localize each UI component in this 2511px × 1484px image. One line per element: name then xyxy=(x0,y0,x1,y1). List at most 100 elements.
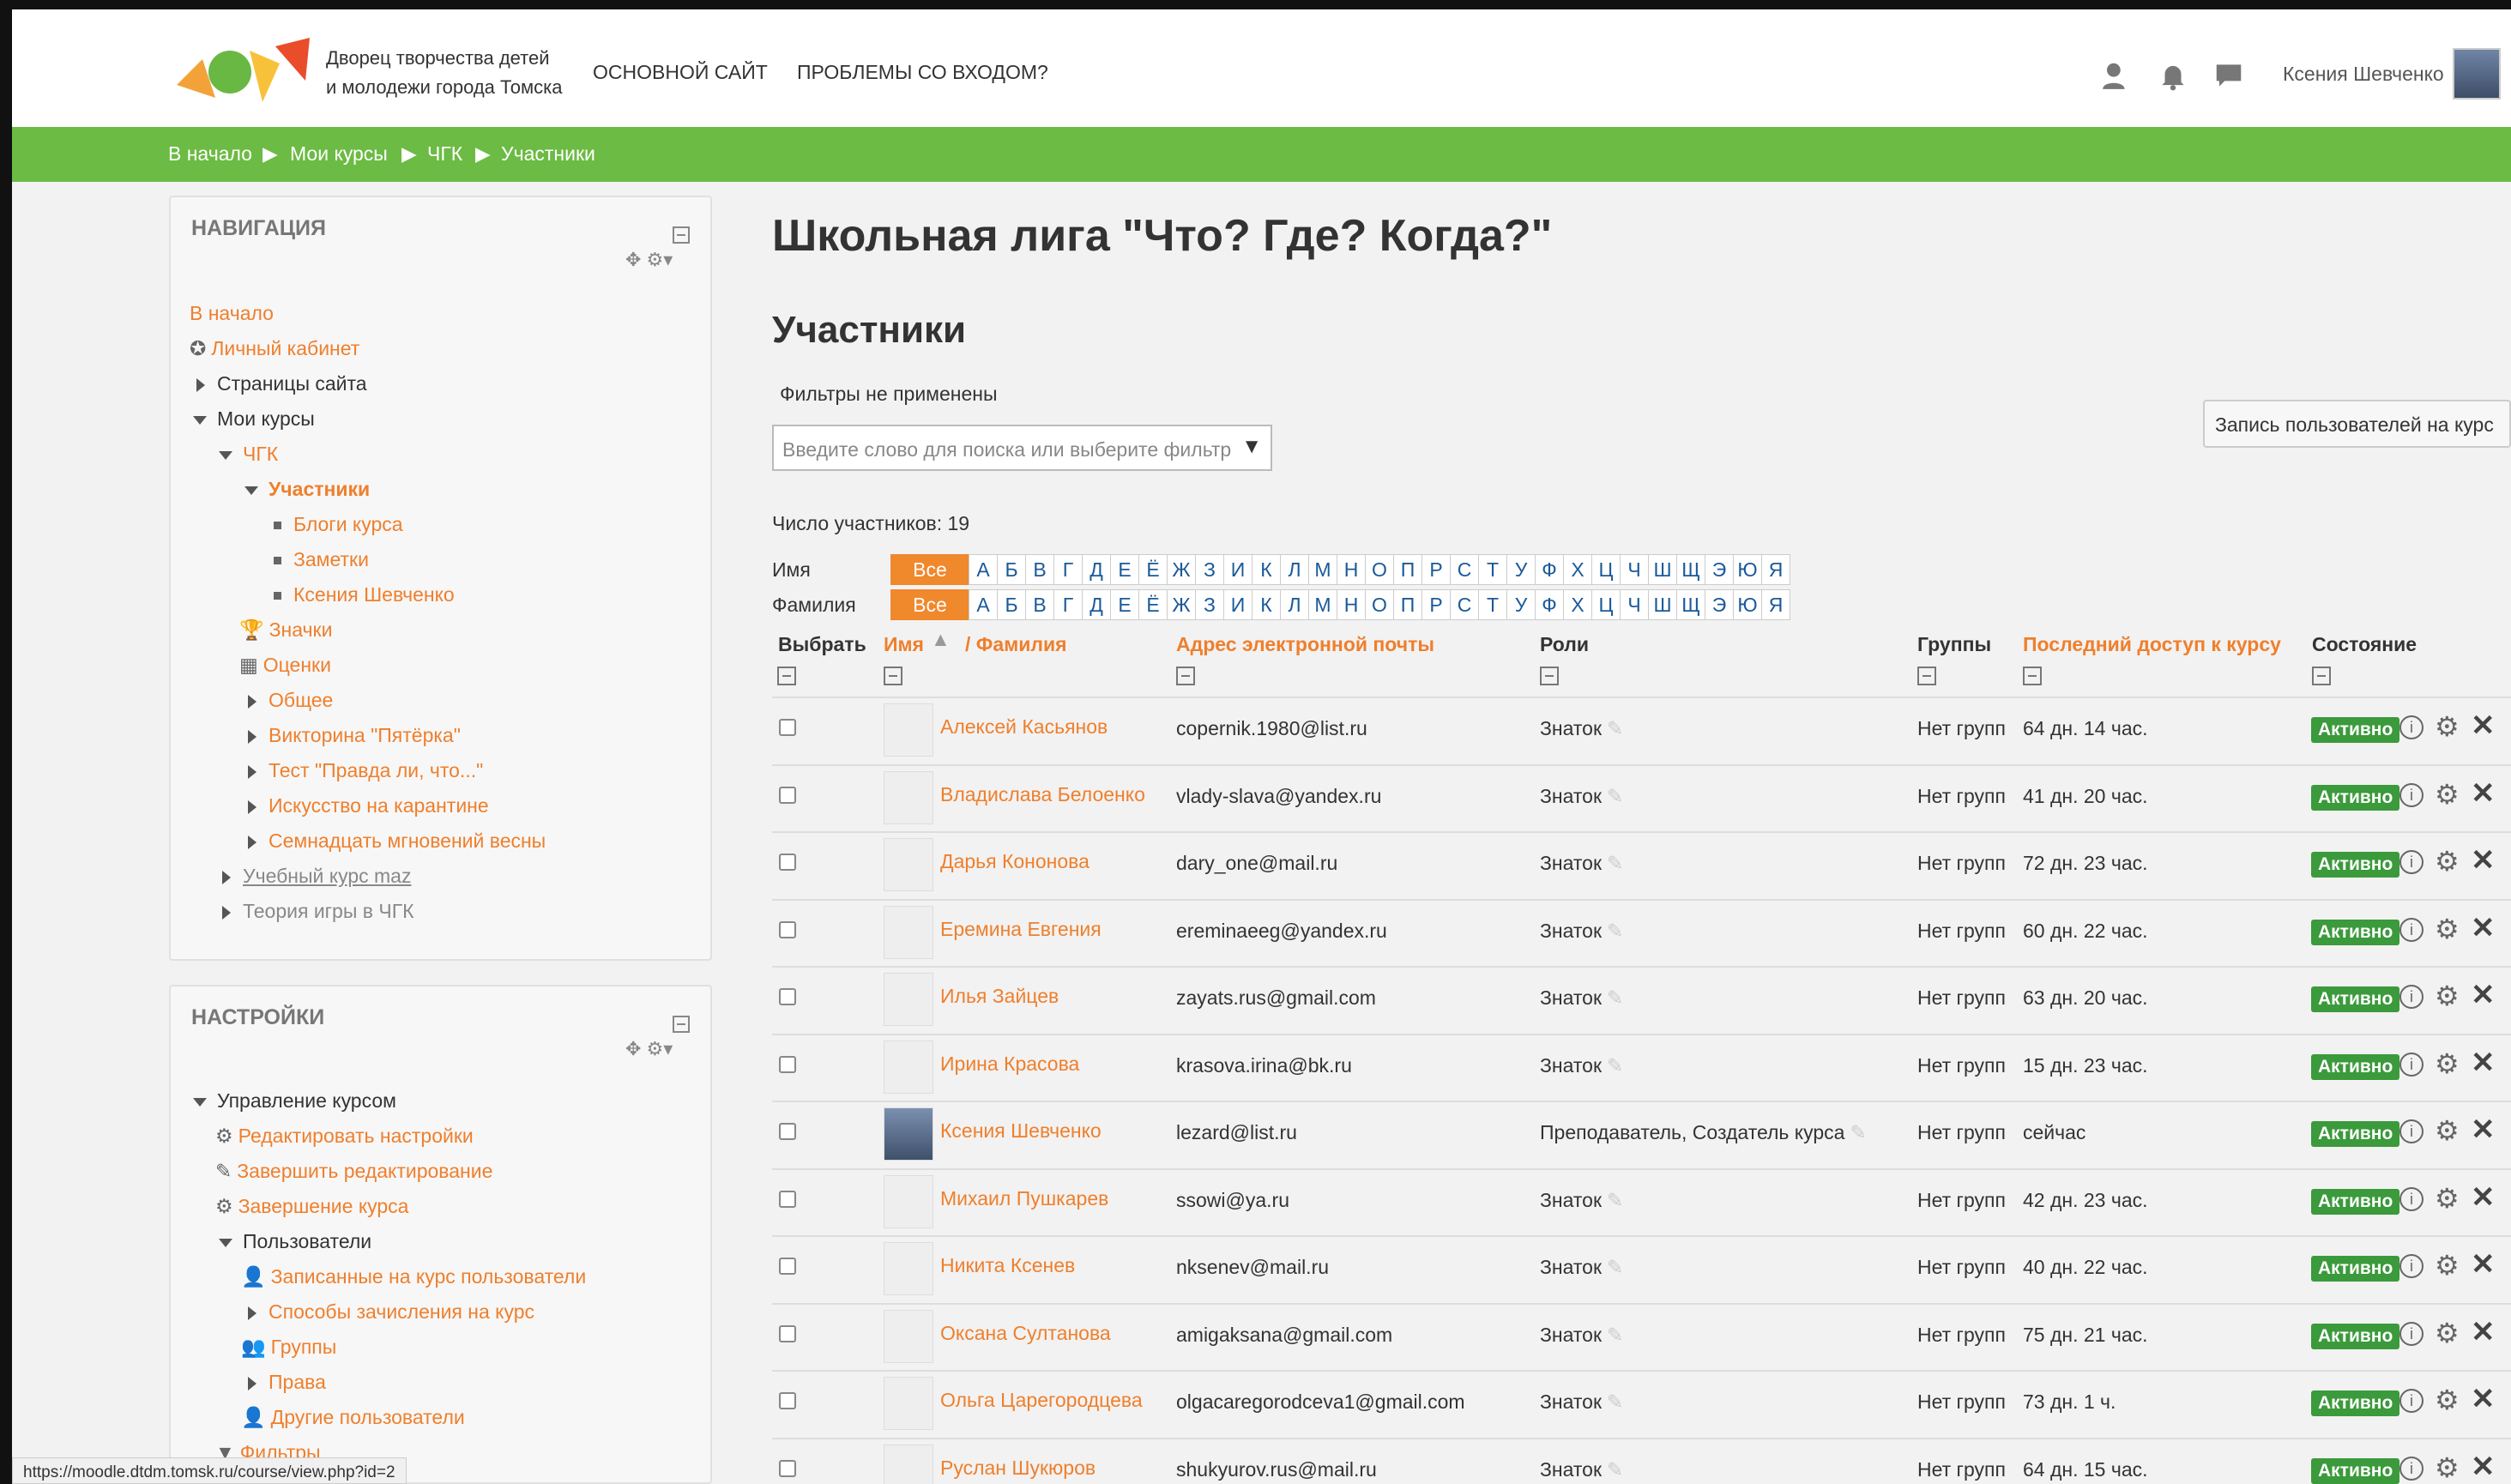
letter-button[interactable]: Е xyxy=(1110,589,1139,620)
set-enrolled-users[interactable]: 👤 Записанные на курс пользователи xyxy=(241,1265,586,1288)
letter-button[interactable]: Б xyxy=(997,554,1026,585)
info-icon[interactable]: i xyxy=(2399,850,2423,874)
letter-button[interactable]: Ц xyxy=(1591,554,1621,585)
avatar[interactable] xyxy=(884,838,933,891)
info-icon[interactable]: i xyxy=(2399,1389,2423,1413)
letter-button[interactable]: Е xyxy=(1110,554,1139,585)
user-name[interactable]: Ксения Шевченко xyxy=(2283,63,2444,86)
letter-button[interactable]: Ч xyxy=(1620,554,1649,585)
nav-course-chgk[interactable]: ЧГК xyxy=(219,443,278,466)
edit-enrolment-cog-icon[interactable]: ⚙ xyxy=(2435,710,2460,743)
letter-button[interactable]: Р xyxy=(1421,554,1451,585)
set-turn-editing-off[interactable]: ✎ Завершить редактирование xyxy=(215,1160,492,1183)
avatar[interactable] xyxy=(884,1242,933,1295)
select-checkbox[interactable] xyxy=(779,920,796,938)
letter-button[interactable]: В xyxy=(1025,589,1054,620)
set-edit-settings[interactable]: ⚙ Редактировать настройки xyxy=(215,1125,474,1148)
unenrol-x-icon[interactable]: ✕ xyxy=(2471,978,2496,1012)
nav-section-general[interactable]: Общее xyxy=(248,689,333,712)
select-checkbox[interactable] xyxy=(779,854,796,871)
select-checkbox[interactable] xyxy=(779,719,796,736)
edit-enrolment-cog-icon[interactable]: ⚙ xyxy=(2435,1317,2460,1349)
edit-roles-pencil-icon[interactable]: ✎ xyxy=(1607,1324,1623,1347)
edit-enrolment-cog-icon[interactable]: ⚙ xyxy=(2435,980,2460,1012)
select-checkbox[interactable] xyxy=(779,1392,796,1409)
nav-participants[interactable]: Участники xyxy=(244,478,370,501)
nav-section-art[interactable]: Искусство на карантине xyxy=(248,794,489,817)
avatar[interactable] xyxy=(884,1107,933,1161)
info-icon[interactable]: i xyxy=(2399,1456,2423,1481)
hide-column-icon[interactable] xyxy=(2312,667,2331,685)
site-logo[interactable] xyxy=(168,33,314,119)
letter-button[interactable]: А xyxy=(969,554,998,585)
unenrol-x-icon[interactable]: ✕ xyxy=(2471,843,2496,878)
select-checkbox[interactable] xyxy=(779,1459,796,1477)
col-lastname-sort[interactable]: / Фамилия xyxy=(965,633,1067,656)
letter-button[interactable]: Н xyxy=(1337,589,1366,620)
letter-button[interactable]: М xyxy=(1308,589,1337,620)
letter-button[interactable]: С xyxy=(1450,554,1479,585)
letter-all-button[interactable]: Все xyxy=(890,589,969,620)
select-checkbox[interactable] xyxy=(779,1324,796,1342)
edit-roles-pencil-icon[interactable]: ✎ xyxy=(1607,785,1623,808)
filter-search-input[interactable]: Введите слово для поиска или выберите фи… xyxy=(772,425,1272,471)
nav-course-theory[interactable]: Теория игры в ЧГК xyxy=(222,900,414,923)
participant-name[interactable]: Оксана Султанова xyxy=(940,1322,1111,1345)
nav-home[interactable]: В начало xyxy=(190,302,274,325)
hide-column-icon[interactable] xyxy=(1540,667,1559,685)
letter-button[interactable]: Л xyxy=(1280,589,1309,620)
letter-button[interactable]: К xyxy=(1252,554,1281,585)
nav-my-courses[interactable]: Мои курсы xyxy=(193,407,315,431)
nav-section-quiz[interactable]: Викторина "Пятёрка" xyxy=(248,724,461,747)
set-course-completion[interactable]: ⚙ Завершение курса xyxy=(215,1195,408,1218)
collapse-block-icon[interactable] xyxy=(673,226,690,244)
move-configure-icon[interactable]: ✥ ⚙▾ xyxy=(625,1038,673,1060)
col-last-access-sort[interactable]: Последний доступ к курсу xyxy=(2023,633,2281,656)
letter-button[interactable]: Щ xyxy=(1676,554,1705,585)
edit-roles-pencil-icon[interactable]: ✎ xyxy=(1607,1054,1623,1077)
participant-name[interactable]: Алексей Касьянов xyxy=(940,715,1108,739)
avatar[interactable] xyxy=(884,1174,933,1228)
hide-column-icon[interactable] xyxy=(1176,667,1195,685)
info-icon[interactable]: i xyxy=(2399,1186,2423,1211)
participant-name[interactable]: Ольга Царегородцева xyxy=(940,1389,1143,1412)
letter-button[interactable]: Х xyxy=(1563,554,1592,585)
enrol-users-button[interactable]: Запись пользователей на курс xyxy=(2203,400,2511,448)
letter-button[interactable]: Ф xyxy=(1535,554,1564,585)
edit-enrolment-cog-icon[interactable]: ⚙ xyxy=(2435,845,2460,878)
letter-button[interactable]: Я xyxy=(1761,554,1790,585)
letter-button[interactable]: Ш xyxy=(1648,554,1677,585)
hide-column-icon[interactable] xyxy=(777,667,796,685)
avatar[interactable] xyxy=(884,1040,933,1094)
letter-button[interactable]: Л xyxy=(1280,554,1309,585)
avatar[interactable] xyxy=(884,1309,933,1363)
select-checkbox[interactable] xyxy=(779,1258,796,1275)
edit-enrolment-cog-icon[interactable]: ⚙ xyxy=(2435,1384,2460,1416)
letter-button[interactable]: Г xyxy=(1053,589,1083,620)
info-icon[interactable]: i xyxy=(2399,917,2423,942)
hide-column-icon[interactable] xyxy=(1917,667,1936,685)
info-icon[interactable]: i xyxy=(2399,1052,2423,1077)
dropdown-arrow-icon[interactable]: ▼ xyxy=(1241,435,1262,459)
avatar[interactable] xyxy=(884,973,933,1026)
edit-roles-pencil-icon[interactable]: ✎ xyxy=(1607,852,1623,875)
edit-enrolment-cog-icon[interactable]: ⚙ xyxy=(2435,913,2460,945)
select-checkbox[interactable] xyxy=(779,1123,796,1140)
letter-button[interactable]: С xyxy=(1450,589,1479,620)
unenrol-x-icon[interactable]: ✕ xyxy=(2471,1315,2496,1349)
edit-roles-pencil-icon[interactable]: ✎ xyxy=(1607,1256,1623,1279)
letter-button[interactable]: Т xyxy=(1478,554,1507,585)
edit-roles-pencil-icon[interactable]: ✎ xyxy=(1850,1121,1866,1144)
letter-button[interactable]: Ш xyxy=(1648,589,1677,620)
letter-button[interactable]: Т xyxy=(1478,589,1507,620)
hide-column-icon[interactable] xyxy=(2023,667,2042,685)
edit-enrolment-cog-icon[interactable]: ⚙ xyxy=(2435,1249,2460,1282)
letter-button[interactable]: П xyxy=(1393,589,1422,620)
user-add-icon[interactable] xyxy=(2100,59,2133,92)
nav-user-self[interactable]: Ксения Шевченко xyxy=(274,583,455,606)
letter-button[interactable]: Б xyxy=(997,589,1026,620)
nav-main-site[interactable]: ОСНОВНОЙ САЙТ xyxy=(593,61,768,84)
letter-button[interactable]: Э xyxy=(1705,589,1734,620)
letter-button[interactable]: К xyxy=(1252,589,1281,620)
letter-button[interactable]: Ж xyxy=(1167,589,1196,620)
